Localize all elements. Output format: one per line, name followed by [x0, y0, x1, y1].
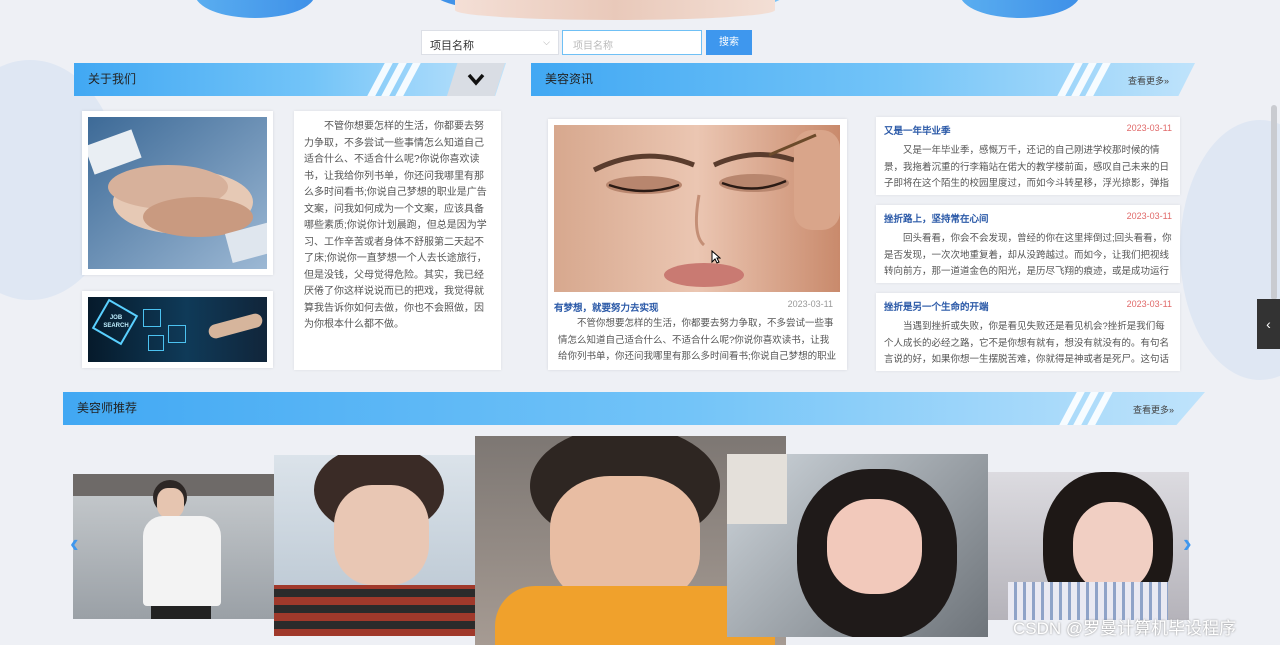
news-title: 美容资讯 — [545, 72, 594, 86]
beauticians-more-link[interactable]: 查看更多» — [1133, 403, 1174, 416]
news-item-date: 2023-03-11 — [1126, 211, 1172, 221]
news-item-date: 2023-03-11 — [1126, 123, 1172, 133]
search-input-placeholder: 项目名称 — [573, 41, 613, 52]
news-more-link[interactable]: 查看更多» — [1128, 74, 1169, 87]
carousel-next-arrow-icon[interactable]: › — [1183, 528, 1192, 559]
teamwork-hands-image — [84, 117, 282, 269]
news-list-item[interactable]: 又是一年毕业季 2023-03-11 又是一年毕业季，感慨万千，还记的自己刚进学… — [876, 117, 1180, 195]
about-header-stripes — [367, 63, 430, 96]
job-search-image: JOB SEARCH — [88, 297, 267, 362]
news-list-item[interactable]: 挫折路上，坚持常在心间 2023-03-11 回头看看，你会不会发现，曾经的你在… — [876, 205, 1180, 283]
search-select-value: 项目名称 — [430, 40, 474, 52]
side-panel-toggle[interactable]: ‹ — [1257, 299, 1280, 349]
news-item-body: 当遇到挫折或失败，你是看见失败还是看见机会?挫折是我们每个人成长的必经之路，它不… — [884, 321, 1170, 365]
job-search-label: JOB SEARCH — [103, 315, 129, 329]
beautician-photo[interactable] — [988, 472, 1189, 620]
beautician-photo[interactable] — [727, 454, 988, 637]
news-item-body: 又是一年毕业季，感慨万千，还记的自己刚进学校那时候的情景，我拖着沉重的行李箱站在… — [884, 145, 1170, 189]
chevron-down-icon: ⌵ — [543, 37, 550, 47]
news-main-date: 2023-03-11 — [787, 299, 833, 309]
news-header-stripes — [1057, 63, 1120, 96]
news-main-card[interactable]: 有梦想，就要努力去实现 2023-03-11 不管你想要怎样的生活，你都要去努力… — [548, 119, 847, 370]
beauticians-title: 美容师推荐 — [77, 401, 138, 415]
news-item-date: 2023-03-11 — [1126, 299, 1172, 309]
about-image-card-2: JOB SEARCH — [82, 291, 273, 368]
about-title: 关于我们 — [88, 72, 137, 86]
carousel-prev-arrow-icon[interactable]: ‹ — [70, 528, 79, 559]
news-main-body: 不管你想要怎样的生活，你都要去努力争取，不多尝试一些事情怎么知道自己适合什么、不… — [558, 318, 837, 362]
search-input[interactable]: 项目名称 — [562, 30, 702, 55]
about-image-card-1 — [82, 111, 282, 275]
news-item-body: 回头看看，你会不会发现，曾经的你在这里摔倒过;回头看看，你是否发现，一次次地重复… — [884, 233, 1172, 277]
makeup-eye-image — [554, 125, 840, 292]
news-main-title[interactable]: 有梦想，就要努力去实现 — [554, 303, 659, 314]
search-field-select[interactable]: 项目名称 ⌵ — [421, 30, 559, 55]
beautician-photo[interactable] — [274, 455, 475, 636]
search-button[interactable]: 搜索 — [706, 30, 752, 55]
news-list-item[interactable]: 挫折是另一个生命的开端 2023-03-11 当遇到挫折或失败，你是看见失败还是… — [876, 293, 1180, 371]
chevron-down-icon — [467, 73, 485, 86]
csdn-watermark: CSDN @罗曼计算机毕设程序 — [1013, 619, 1237, 638]
about-text: 不管你想要怎样的生活，你都要去努力争取，不多尝试一些事情怎么知道自己适合什么、不… — [294, 111, 501, 370]
banner-face-fragment — [455, 0, 775, 20]
about-header: 关于我们 — [74, 63, 506, 96]
mouse-cursor-icon — [711, 250, 721, 264]
page-scrollbar[interactable] — [1271, 105, 1277, 300]
beauticians-header: 美容师推荐 — [63, 392, 1205, 425]
beauticians-header-stripes — [1059, 392, 1122, 425]
beautician-photo[interactable] — [73, 474, 274, 619]
